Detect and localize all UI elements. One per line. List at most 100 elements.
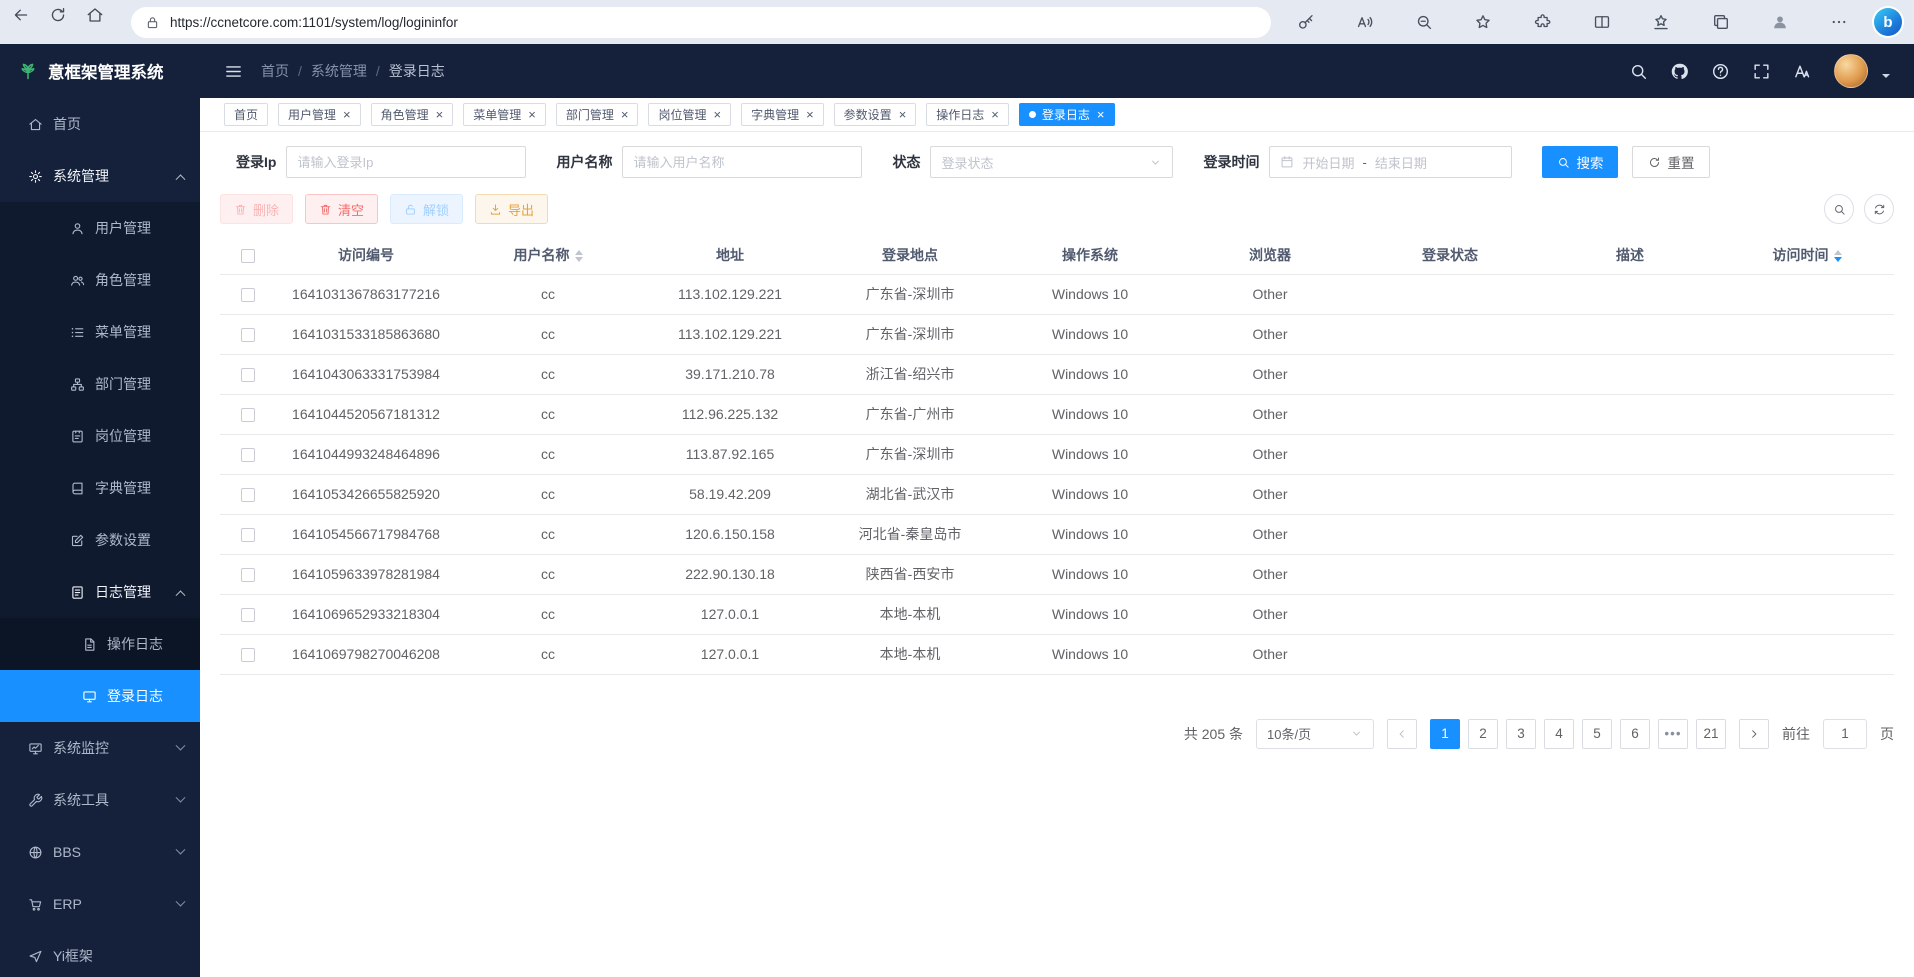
read-aloud-icon[interactable] [1348,6,1381,39]
next-page-button[interactable] [1739,719,1769,749]
sidebar-item-post-management[interactable]: 岗位管理 [0,410,200,462]
breadcrumb-item[interactable]: 首页 [261,61,289,81]
tab-menu-management[interactable]: 菜单管理× [463,103,546,126]
row-checkbox[interactable] [241,648,255,662]
key-icon[interactable] [1289,6,1322,39]
back-icon[interactable] [12,6,45,39]
status-select[interactable]: 登录状态 [930,146,1173,178]
refresh-icon[interactable] [49,6,82,39]
sidebar-item-system-management[interactable]: 系统管理 [0,150,200,202]
row-checkbox[interactable] [241,568,255,582]
page-button-5[interactable]: 5 [1582,719,1612,749]
export-button[interactable]: 导出 [475,194,548,224]
close-tab-icon[interactable]: × [528,108,536,121]
page-button-2[interactable]: 2 [1468,719,1498,749]
caret-down-icon[interactable] [1882,74,1890,82]
more-icon[interactable] [1823,6,1856,39]
sidebar-item-param-settings[interactable]: 参数设置 [0,514,200,566]
sidebar-item-system-monitor[interactable]: 系统监控 [0,722,200,774]
row-checkbox[interactable] [241,288,255,302]
clear-button[interactable]: 清空 [305,194,378,224]
tab-post-management[interactable]: 岗位管理× [648,103,731,126]
tab-operation-log[interactable]: 操作日志× [926,103,1009,126]
tab-dept-management[interactable]: 部门管理× [556,103,639,126]
close-tab-icon[interactable]: × [436,108,444,121]
font-size-icon[interactable] [1793,62,1812,81]
sidebar-item-operation-log[interactable]: 操作日志 [0,618,200,670]
bing-copilot-icon[interactable]: b [1874,8,1902,36]
search-icon[interactable] [1629,62,1648,81]
refresh-table-button[interactable] [1864,194,1894,224]
sidebar-item-yi-framework[interactable]: Yi框架 [0,930,200,977]
prev-page-button[interactable] [1387,719,1417,749]
sort-caret-icon[interactable] [575,250,583,262]
breadcrumb-item[interactable]: 系统管理 [311,61,367,81]
close-tab-icon[interactable]: × [713,108,721,121]
close-tab-icon[interactable]: × [1097,108,1105,121]
sidebar-item-login-log[interactable]: 登录日志 [0,670,200,722]
favorites-icon[interactable] [1467,6,1500,39]
tab-param-settings[interactable]: 参数设置× [834,103,917,126]
extension-icon[interactable] [1526,6,1559,39]
page-size-select[interactable]: 10条/页 [1256,719,1374,749]
select-all-checkbox[interactable] [241,249,255,263]
address-bar[interactable]: https://ccnetcore.com:1101/system/log/lo… [131,7,1271,38]
column-header[interactable]: 访问时间 [1720,236,1894,274]
row-checkbox[interactable] [241,448,255,462]
page-button-21[interactable]: 21 [1696,719,1726,749]
sort-caret-icon[interactable] [1834,250,1842,262]
close-tab-icon[interactable]: × [991,108,999,121]
collections-icon[interactable] [1704,6,1737,39]
close-tab-icon[interactable]: × [806,108,814,121]
tab-login-log[interactable]: 登录日志× [1019,103,1115,126]
help-icon[interactable] [1711,62,1730,81]
browser-home-icon[interactable] [86,6,119,39]
sidebar-item-bbs[interactable]: BBS [0,826,200,878]
user-name-input[interactable] [622,146,862,178]
unlock-button[interactable]: 解锁 [390,194,463,224]
sidebar-item-dept-management[interactable]: 部门管理 [0,358,200,410]
close-tab-icon[interactable]: × [899,108,907,121]
delete-button[interactable]: 删除 [220,194,293,224]
menu-collapse-icon[interactable] [224,62,243,81]
sidebar-item-home[interactable]: 首页 [0,98,200,150]
page-button-3[interactable]: 3 [1506,719,1536,749]
sidebar-item-user-management[interactable]: 用户管理 [0,202,200,254]
fullscreen-icon[interactable] [1752,62,1771,81]
row-checkbox[interactable] [241,368,255,382]
date-range-picker[interactable]: 开始日期 - 结束日期 [1269,146,1512,178]
zoom-out-icon[interactable] [1408,6,1441,39]
goto-page-input[interactable] [1823,719,1867,749]
page-button-4[interactable]: 4 [1544,719,1574,749]
sidebar-item-role-management[interactable]: 角色管理 [0,254,200,306]
sidebar-item-system-tools[interactable]: 系统工具 [0,774,200,826]
close-tab-icon[interactable]: × [343,108,351,121]
search-button[interactable]: 搜索 [1542,146,1618,178]
row-checkbox[interactable] [241,488,255,502]
row-checkbox[interactable] [241,408,255,422]
user-avatar[interactable] [1834,54,1868,88]
page-ellipsis[interactable]: ••• [1658,719,1688,749]
sidebar-item-log-management[interactable]: 日志管理 [0,566,200,618]
split-screen-icon[interactable] [1586,6,1619,39]
row-checkbox[interactable] [241,608,255,622]
reset-button[interactable]: 重置 [1632,146,1710,178]
favorites-bar-icon[interactable] [1645,6,1678,39]
column-header[interactable]: 用户名称 [456,236,640,274]
page-button-6[interactable]: 6 [1620,719,1650,749]
tab-role-management[interactable]: 角色管理× [371,103,454,126]
row-checkbox[interactable] [241,528,255,542]
sidebar-item-erp[interactable]: ERP [0,878,200,930]
login-ip-input[interactable] [286,146,526,178]
page-button-1[interactable]: 1 [1430,719,1460,749]
close-tab-icon[interactable]: × [621,108,629,121]
sidebar-item-menu-management[interactable]: 菜单管理 [0,306,200,358]
toggle-search-button[interactable] [1824,194,1854,224]
tab-user-management[interactable]: 用户管理× [278,103,361,126]
row-checkbox[interactable] [241,328,255,342]
sidebar-item-dict-management[interactable]: 字典管理 [0,462,200,514]
browser-profile-icon[interactable] [1764,6,1797,39]
github-icon[interactable] [1670,62,1689,81]
tab-home[interactable]: 首页 [224,103,268,126]
tab-dict-management[interactable]: 字典管理× [741,103,824,126]
